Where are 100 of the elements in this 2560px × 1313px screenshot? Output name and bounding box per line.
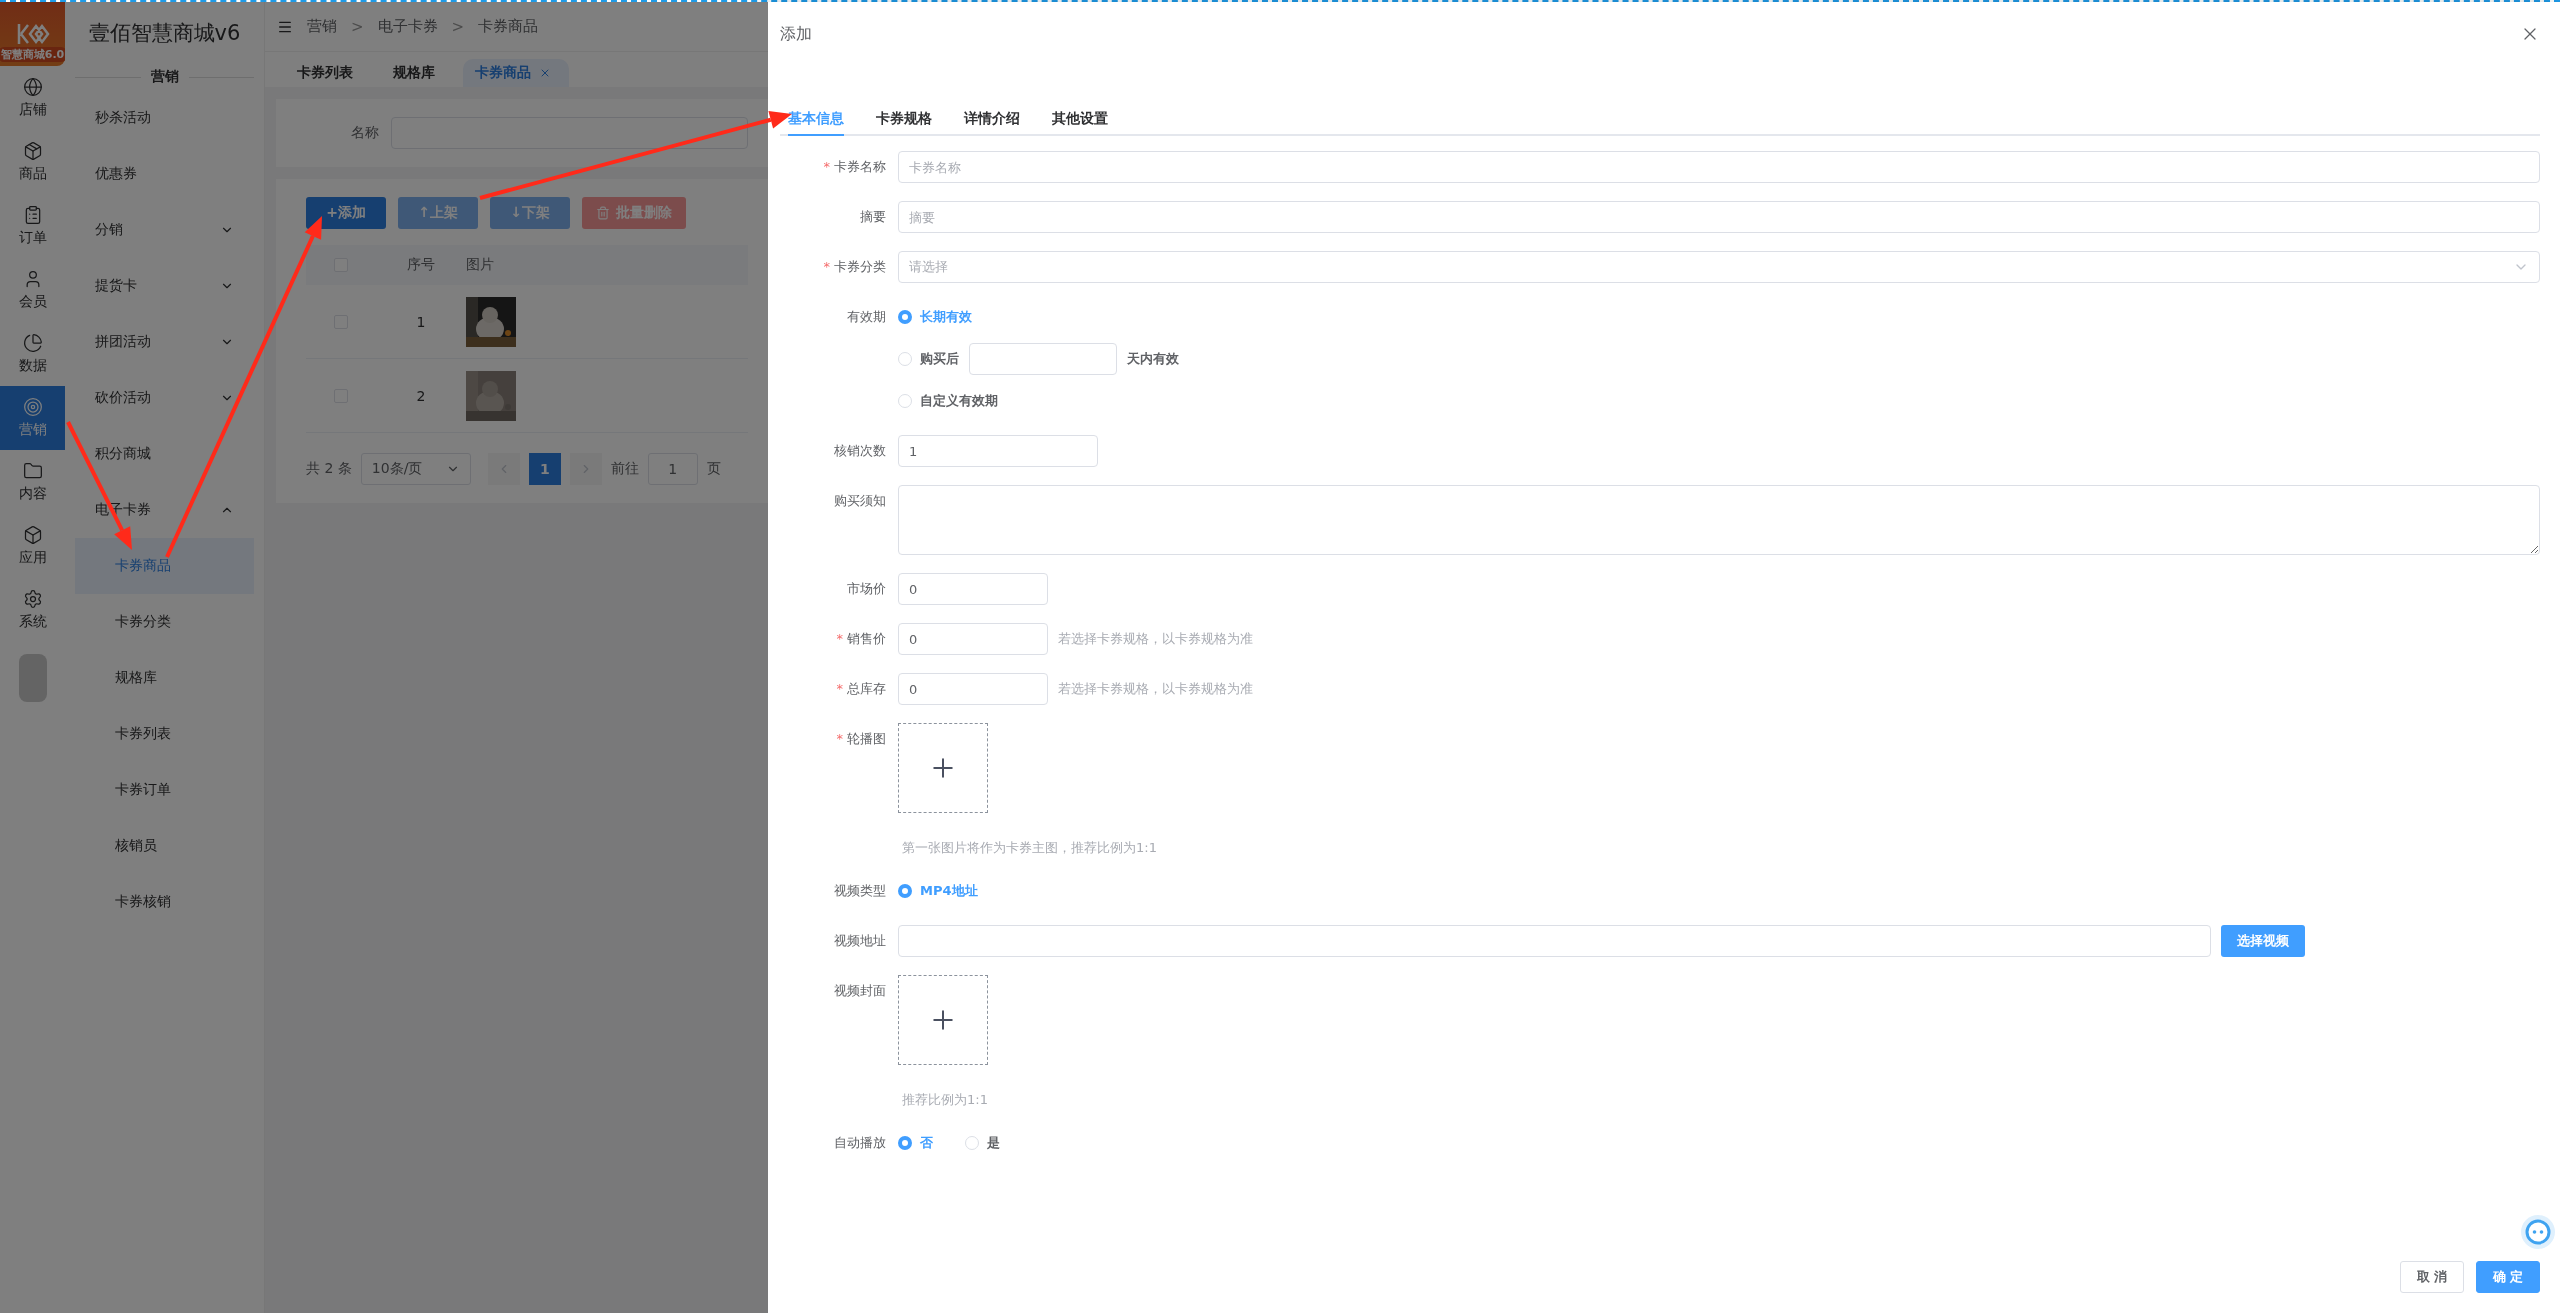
field-label: * 总库存 xyxy=(835,680,887,698)
field-label: 视频封面 xyxy=(833,982,887,1000)
nav-rail-item[interactable]: 内容 xyxy=(0,450,65,514)
total-count: 共 2 条 xyxy=(306,460,352,478)
nav-rail-item[interactable]: 商品 xyxy=(0,130,65,194)
sidebar-group[interactable]: 拼团活动 xyxy=(75,314,254,370)
sidebar-item[interactable]: 卡券列表 xyxy=(75,706,254,762)
field-label: 自动播放 xyxy=(833,1134,887,1152)
breadcrumb-item[interactable]: 卡券商品 xyxy=(478,17,539,36)
trash-icon xyxy=(596,206,610,220)
next-page-button[interactable] xyxy=(569,453,602,485)
globe-icon xyxy=(22,77,43,97)
sidebar-item[interactable]: 秒杀活动 xyxy=(75,90,254,146)
app-title: 壹佰智慧商城v6 xyxy=(87,20,242,47)
page-tab[interactable]: 卡券商品 xyxy=(463,59,569,87)
table-cell-text: 1 xyxy=(415,313,427,330)
cube-icon xyxy=(22,525,43,545)
field-label: 核销次数 xyxy=(833,442,887,460)
pie-chart-icon xyxy=(22,333,43,353)
form-tab[interactable]: 卡券规格 xyxy=(876,104,932,136)
field-label: * 卡券分类 xyxy=(822,258,887,276)
search-label: 名称 xyxy=(351,124,379,142)
text-field[interactable]: 卡券名称 xyxy=(898,151,2540,183)
field-hint: 若选择卡券规格，以卡券规格为准 xyxy=(1058,680,1253,698)
page-tab[interactable]: 卡券列表 xyxy=(285,59,371,87)
field-label: 有效期 xyxy=(846,308,887,326)
radio-option[interactable]: MP4地址 xyxy=(898,875,978,907)
folder-icon xyxy=(22,461,43,481)
nav-rail-item[interactable]: 营销 xyxy=(0,386,65,450)
sidebar-item[interactable]: 积分商城 xyxy=(75,426,254,482)
cancel-button[interactable]: 取 消 xyxy=(2400,1261,2464,1293)
number-field[interactable]: 1 xyxy=(898,435,1098,467)
nav-rail-item[interactable]: 数据 xyxy=(0,322,65,386)
number-field[interactable]: 0 xyxy=(898,623,1048,655)
form-tab[interactable]: 详情介绍 xyxy=(964,104,1020,136)
upload-box[interactable] xyxy=(898,723,988,813)
radio-option[interactable]: 购买后 xyxy=(898,343,959,375)
settings-icon xyxy=(22,589,43,609)
nav-rail-item[interactable]: 系统 xyxy=(0,578,65,642)
radio-option[interactable]: 长期有效 xyxy=(898,301,972,333)
field-label: * 轮播图 xyxy=(835,730,887,748)
nav-rail-item[interactable]: 店铺 xyxy=(0,66,65,130)
number-field[interactable]: 0 xyxy=(898,573,1048,605)
sidebar-item[interactable]: 卡券商品 xyxy=(75,538,254,594)
chat-icon[interactable] xyxy=(2520,1214,2556,1250)
target-icon xyxy=(22,397,43,417)
sidebar-item[interactable]: 优惠券 xyxy=(75,146,254,202)
field-hint: 若选择卡券规格，以卡券规格为准 xyxy=(1058,630,1253,648)
breadcrumb-separator: > xyxy=(451,17,465,36)
field-label: 视频地址 xyxy=(833,932,887,950)
textarea-field[interactable] xyxy=(898,485,2540,555)
days-field[interactable] xyxy=(969,343,1117,375)
logo: 智慧商城6.0 xyxy=(0,2,65,66)
sidebar-group[interactable]: 提货卡 xyxy=(75,258,254,314)
close-icon[interactable] xyxy=(539,67,551,79)
table-cell-text: 2 xyxy=(415,387,427,404)
sidebar-item[interactable]: 卡券订单 xyxy=(75,762,254,818)
upload-box[interactable] xyxy=(898,975,988,1065)
breadcrumb-item[interactable]: 营销 xyxy=(307,17,337,36)
radio-option[interactable]: 是 xyxy=(965,1127,1000,1159)
sidebar-item[interactable]: 核销员 xyxy=(75,818,254,874)
field-label: 摘要 xyxy=(859,208,887,226)
confirm-button[interactable]: 确 定 xyxy=(2476,1261,2540,1293)
select-field[interactable]: 请选择 xyxy=(898,251,2540,283)
drawer-title: 添加 xyxy=(780,23,812,45)
breadcrumb-item[interactable]: 电子卡券 xyxy=(377,17,438,36)
text-field[interactable]: 摘要 xyxy=(898,201,2540,233)
sidebar-item[interactable]: 卡券核销 xyxy=(75,874,254,930)
search-field[interactable] xyxy=(391,117,748,149)
field-label: * 销售价 xyxy=(835,630,887,648)
nav-rail-item[interactable]: 会员 xyxy=(0,258,65,322)
column-header: 序号 xyxy=(406,256,436,274)
page-tab[interactable]: 规格库 xyxy=(381,59,453,87)
action-button[interactable]: +添加 xyxy=(306,197,386,229)
breadcrumb-separator: > xyxy=(351,17,364,36)
box-icon xyxy=(22,141,43,161)
number-field[interactable]: 0 xyxy=(898,673,1048,705)
section-title: 营销 xyxy=(150,68,179,86)
prev-page-button[interactable] xyxy=(487,453,520,485)
page-size-select[interactable]: 10条/页 xyxy=(360,453,471,485)
sidebar-item[interactable]: 卡券分类 xyxy=(75,594,254,650)
field-label: 购买须知 xyxy=(833,492,887,510)
form-tab[interactable]: 其他设置 xyxy=(1052,104,1108,136)
nav-rail-item[interactable]: 应用 xyxy=(0,514,65,578)
column-header: 图片 xyxy=(466,256,494,274)
goto-page-field[interactable]: 1 xyxy=(647,453,698,485)
sidebar-group[interactable]: 砍价活动 xyxy=(75,370,254,426)
avatar-icon xyxy=(18,654,47,702)
radio-option[interactable]: 否 xyxy=(898,1127,933,1159)
goto-label: 前往 xyxy=(610,460,639,478)
nav-rail-item[interactable]: 订单 xyxy=(0,194,65,258)
suffix-text: 天内有效 xyxy=(1127,350,1179,368)
page-number[interactable]: 1 xyxy=(528,453,561,485)
sidebar-group[interactable]: 分销 xyxy=(75,202,254,258)
radio-option[interactable]: 自定义有效期 xyxy=(898,385,998,417)
page-suffix: 页 xyxy=(706,460,721,478)
text-field[interactable] xyxy=(898,925,2211,957)
sidebar-item[interactable]: 规格库 xyxy=(75,650,254,706)
select-video-button[interactable]: 选择视频 xyxy=(2221,925,2305,957)
field-label: 市场价 xyxy=(846,580,887,598)
